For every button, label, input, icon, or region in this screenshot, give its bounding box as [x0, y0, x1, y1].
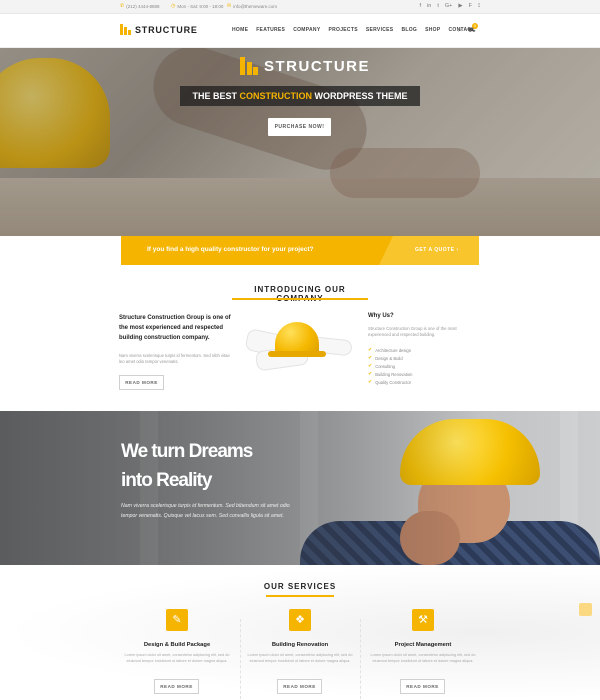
list-item: ✔ Quality Constructor: [368, 378, 478, 386]
purchase-now-button[interactable]: PURCHASE NOW!: [268, 118, 331, 136]
phone-text: (212) 4444-8888: [126, 3, 160, 9]
facebook-icon[interactable]: f: [420, 2, 422, 11]
intro-title-underline: [232, 298, 368, 300]
site-logo[interactable]: STRUCTURE: [120, 24, 198, 35]
nav-services[interactable]: SERVICES: [366, 27, 394, 33]
hardhat-blueprint-image: [244, 318, 354, 380]
hero-logo-mark-icon: [240, 57, 258, 75]
dreams-text: Nam viverra scelerisque turpis id fermen…: [121, 503, 290, 519]
service-description: Lorem ipsum dolor sit amet, consectetur …: [370, 653, 476, 663]
service-description: Lorem ipsum dolor sit amet, consectetur …: [124, 653, 230, 663]
wrench-icon: ⚒: [412, 609, 434, 631]
hero-tagline-post: WORDPRESS THEME: [312, 91, 408, 101]
list-item-label: Consulting: [375, 363, 395, 369]
get-a-quote-label: GET A QUOTE ›: [415, 247, 459, 253]
hero-logo-text: STRUCTURE: [264, 57, 370, 75]
email-info[interactable]: ✉ info@themeware.com: [227, 3, 277, 9]
scroll-to-top-button[interactable]: [579, 603, 592, 616]
hero-overlay: [0, 48, 600, 236]
rss-icon[interactable]: ⟟: [478, 2, 480, 11]
quote-bar: If you find a high quality constructor f…: [121, 236, 479, 265]
service-read-more-button[interactable]: READ MORE: [277, 679, 322, 694]
service-read-more-button[interactable]: READ MORE: [400, 679, 445, 694]
list-item: ✔ Building Renovation: [368, 370, 478, 378]
intro-read-more-button[interactable]: READ MORE: [119, 375, 164, 390]
hero-tagline: THE BEST CONSTRUCTION WORDPRESS THEME: [180, 86, 420, 106]
dreams-heading-line1: We turn Dreams: [121, 441, 253, 462]
top-bar: ✆ (212) 4444-8888 ◷ Mon - Sat: 9:00 - 18…: [0, 0, 600, 14]
hero-banner: [0, 48, 600, 236]
services-title: OUR SERVICES: [263, 582, 337, 591]
intro-description: Nam viverra scelerisque turpis id fermen…: [119, 353, 230, 364]
dreams-overlay: [0, 411, 600, 565]
phone-info: ✆ (212) 4444-8888: [120, 3, 159, 9]
main-nav: HOME FEATURES COMPANY PROJECTS SERVICES …: [232, 27, 475, 33]
check-icon: ✔: [368, 379, 373, 385]
why-us-description: Structure Construction Group is one of t…: [368, 326, 457, 337]
nav-features[interactable]: FEATURES: [256, 27, 285, 33]
list-item: ✔ Consulting: [368, 362, 478, 370]
check-icon: ✔: [368, 363, 373, 369]
logo-mark-icon: [120, 24, 131, 35]
service-name: Design & Build Package: [143, 642, 211, 648]
intro-title: INTRODUCING OUR COMPANY: [254, 285, 346, 303]
linkedin-icon[interactable]: in: [427, 2, 431, 11]
logo-text: STRUCTURE: [135, 24, 198, 35]
nav-blog[interactable]: BLOG: [401, 27, 417, 33]
list-item: ✔ Design & Build: [368, 354, 478, 362]
site-header: STRUCTURE HOME FEATURES COMPANY PROJECTS…: [0, 14, 600, 48]
mail-icon: ✉: [227, 3, 232, 9]
services-title-underline: [266, 595, 334, 597]
hero-tagline-pre: THE BEST: [192, 91, 240, 101]
brush-icon: ✎: [166, 609, 188, 631]
email-text[interactable]: info@themeware.com: [233, 4, 277, 9]
twitter-icon[interactable]: t: [437, 2, 439, 11]
hours-info: ◷ Mon - Sat: 9:00 - 18:00: [171, 3, 223, 9]
service-read-more-button[interactable]: READ MORE: [154, 679, 199, 694]
why-us-title: Why Us?: [368, 313, 394, 319]
get-a-quote-button[interactable]: GET A QUOTE ›: [379, 236, 479, 265]
nav-projects[interactable]: PROJECTS: [328, 27, 357, 33]
hero-logo: STRUCTURE: [240, 57, 370, 75]
nav-shop[interactable]: SHOP: [425, 27, 440, 33]
nav-home[interactable]: HOME: [232, 27, 248, 33]
dreams-banner: [0, 411, 600, 565]
hero-tagline-highlight: CONSTRUCTION: [239, 91, 313, 101]
list-item-label: Architecture design: [375, 347, 412, 353]
nav-company[interactable]: COMPANY: [293, 27, 320, 33]
intro-lead: Structure Construction Group is one of t…: [119, 315, 231, 341]
check-icon: ✔: [368, 347, 373, 353]
bricks-icon: ❖: [289, 609, 311, 631]
why-us-list: ✔ Architecture design ✔ Design & Build ✔ Co…: [368, 346, 478, 386]
cart-count-badge: 0: [472, 23, 478, 29]
hours-text: Mon - Sat: 9:00 - 18:00: [177, 3, 224, 9]
foursquare-icon[interactable]: F: [469, 2, 472, 11]
list-item-label: Design & Build: [375, 355, 403, 361]
quote-bar-text: If you find a high quality constructor f…: [147, 246, 314, 253]
phone-icon: ✆: [120, 3, 125, 9]
service-name: Building Renovation: [271, 642, 329, 648]
dreams-heading-line2: into Reality: [121, 470, 212, 491]
service-name: Project Management: [394, 642, 452, 648]
social-links: f in t G+ ▶ F ⟟: [420, 2, 481, 11]
clock-icon: ◷: [171, 3, 176, 9]
list-item: ✔ Architecture design: [368, 346, 478, 354]
search-icon[interactable]: ⌕: [458, 27, 462, 35]
youtube-icon[interactable]: ▶: [458, 2, 462, 11]
service-divider: [240, 619, 241, 699]
check-icon: ✔: [368, 371, 373, 377]
service-divider: [360, 619, 361, 699]
list-item-label: Quality Constructor: [375, 379, 412, 385]
service-description: Lorem ipsum dolor sit amet, consectetur …: [247, 653, 353, 663]
check-icon: ✔: [368, 355, 373, 361]
google-plus-icon[interactable]: G+: [445, 2, 453, 11]
list-item-label: Building Renovation: [375, 371, 413, 377]
